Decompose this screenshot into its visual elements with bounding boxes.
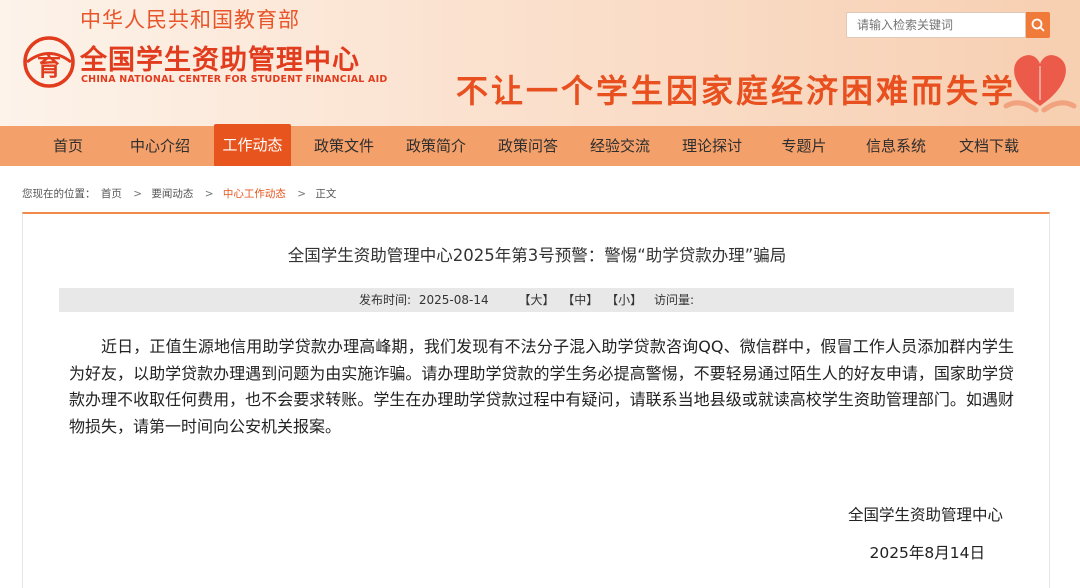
publish-label: 发布时间: bbox=[359, 293, 412, 307]
search-icon bbox=[1031, 18, 1045, 32]
center-name: 全国学生资助管理中心 bbox=[80, 45, 360, 76]
ministry-name: 中华人民共和国教育部 bbox=[80, 8, 300, 32]
breadcrumb-work-news[interactable]: 中心工作动态 bbox=[223, 188, 286, 200]
nav-item-downloads[interactable]: 文档下载 bbox=[950, 126, 1028, 166]
nav-item-feature-films[interactable]: 专题片 bbox=[766, 126, 842, 166]
main-nav: 首页 中心介绍 工作动态 政策文件 政策简介 政策问答 经验交流 理论探讨 专题… bbox=[0, 124, 1080, 166]
nav-item-policy-summary[interactable]: 政策简介 bbox=[398, 126, 474, 166]
logo-char: 育 bbox=[37, 53, 61, 81]
breadcrumb-separator: > bbox=[204, 188, 214, 200]
article-panel: 全国学生资助管理中心2025年第3号预警：警惕“助学贷款办理”骗局 发布时间: … bbox=[22, 212, 1050, 588]
site-header: 中华人民共和国教育部 育 全国学生资助管理中心 CHINA NATIONAL C… bbox=[0, 0, 1080, 126]
nav-item-home[interactable]: 首页 bbox=[38, 126, 98, 166]
breadcrumb-separator: > bbox=[133, 188, 142, 200]
breadcrumb-news[interactable]: 要闻动态 bbox=[151, 188, 193, 200]
nav-item-work-news[interactable]: 工作动态 bbox=[214, 124, 291, 166]
slogan: 不让一个学生因家庭经济困难而失学 bbox=[456, 72, 1017, 110]
breadcrumb-prefix: 您现在的位置： bbox=[22, 188, 96, 200]
nav-item-info-system[interactable]: 信息系统 bbox=[858, 126, 934, 166]
breadcrumb: 您现在的位置： 首页 > 要闻动态 > 中心工作动态 > 正文 bbox=[22, 186, 338, 201]
nav-item-theory[interactable]: 理论探讨 bbox=[674, 126, 750, 166]
nav-item-experience[interactable]: 经验交流 bbox=[582, 126, 658, 166]
breadcrumb-current: 正文 bbox=[315, 188, 337, 200]
nav-item-about[interactable]: 中心介绍 bbox=[122, 126, 198, 166]
heart-hands-icon bbox=[1003, 55, 1077, 113]
font-size-small-button[interactable]: 【小】 bbox=[606, 293, 642, 307]
center-logo-icon[interactable]: 育 bbox=[22, 35, 76, 89]
search-input[interactable] bbox=[846, 12, 1026, 38]
article-title: 全国学生资助管理中心2025年第3号预警：警惕“助学贷款办理”骗局 bbox=[287, 246, 787, 265]
search-button[interactable] bbox=[1026, 12, 1050, 38]
publish-date: 2025-08-14 bbox=[418, 293, 489, 307]
visits-label: 访问量: bbox=[653, 293, 695, 307]
article-meta-bar: 发布时间: 2025-08-14 【大】 【中】 【小】 访问量: bbox=[59, 288, 1014, 312]
nav-item-policy-qa[interactable]: 政策问答 bbox=[490, 126, 566, 166]
center-name-en: CHINA NATIONAL CENTER FOR STUDENT FINANC… bbox=[81, 74, 388, 85]
breadcrumb-separator: > bbox=[297, 188, 306, 200]
breadcrumb-home[interactable]: 首页 bbox=[101, 188, 122, 200]
font-size-medium-button[interactable]: 【中】 bbox=[562, 293, 598, 307]
font-size-large-button[interactable]: 【大】 bbox=[518, 293, 554, 307]
signature-organization: 全国学生资助管理中心 bbox=[847, 506, 1003, 524]
article-body: 近日，正值生源地信用助学贷款办理高峰期，我们发现有不法分子混入助学贷款咨询QQ、… bbox=[69, 337, 1014, 436]
signature-date: 2025年8月14日 bbox=[869, 544, 985, 562]
nav-item-policy-docs[interactable]: 政策文件 bbox=[306, 126, 382, 166]
